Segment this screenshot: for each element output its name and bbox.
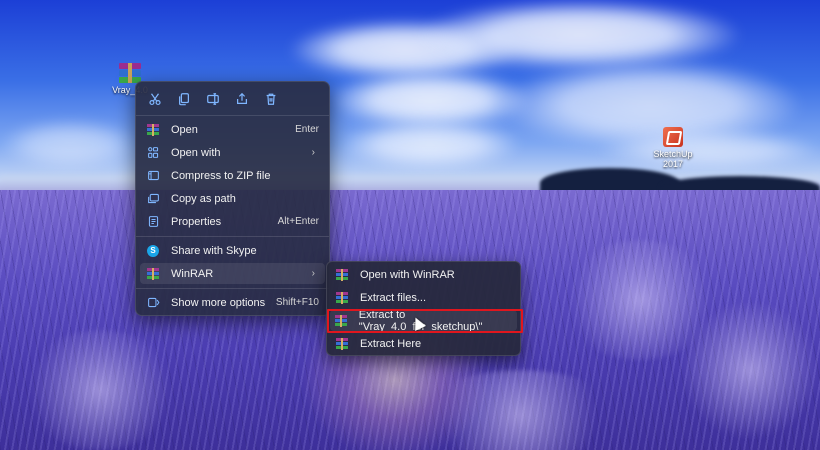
menu-item-label: Open: [171, 123, 198, 136]
menu-item-show-more-options[interactable]: Show more options Shift+F10: [140, 292, 325, 313]
submenu-item-label: Extract files...: [360, 291, 427, 304]
submenu-item-label: Open with WinRAR: [360, 268, 455, 281]
zip-icon: [147, 170, 159, 181]
menu-item-compress-zip[interactable]: Compress to ZIP file: [140, 165, 325, 186]
cut-button[interactable]: [144, 88, 166, 110]
share-icon: [237, 92, 247, 104]
copy-path-icon: [147, 193, 159, 204]
winrar-icon: [147, 123, 159, 136]
menu-item-label: Compress to ZIP file: [171, 169, 271, 182]
menu-separator: [136, 236, 329, 237]
winrar-icon: [335, 314, 348, 327]
menu-item-label: Copy as path: [171, 192, 236, 205]
winrar-icon: [336, 337, 348, 350]
submenu-item-extract-here[interactable]: Extract Here: [330, 333, 517, 354]
winrar-archive-icon: [119, 63, 141, 83]
submenu-item-label: Extract to "Vray_4.0_for_sketchup\": [358, 308, 483, 333]
menu-item-label: Show more options: [171, 296, 266, 309]
desktop-icon-sketchup[interactable]: SketchUp 2017: [643, 127, 703, 169]
properties-icon: [148, 216, 158, 227]
chevron-right-icon: ›: [311, 147, 315, 158]
delete-button[interactable]: [260, 88, 282, 110]
more-options-icon: [147, 297, 159, 308]
menu-item-open[interactable]: Open Enter: [140, 119, 325, 140]
menu-item-shortcut: Enter: [295, 124, 319, 135]
copy-icon: [179, 92, 189, 105]
scissors-icon: [149, 92, 161, 105]
copy-button[interactable]: [173, 88, 195, 110]
menu-item-shortcut: Shift+F10: [275, 297, 319, 308]
trash-icon: [266, 93, 276, 105]
menu-item-label: Open with: [171, 146, 221, 159]
rename-button[interactable]: [202, 88, 224, 110]
chevron-right-icon: ›: [311, 268, 315, 279]
context-menu-toolbar: [136, 82, 329, 116]
open-with-icon: [147, 147, 158, 158]
share-button[interactable]: [231, 88, 253, 110]
sketchup-icon: [663, 127, 683, 147]
menu-item-open-with[interactable]: Open with ›: [140, 142, 325, 163]
winrar-icon: [336, 291, 348, 304]
menu-item-label: Properties: [171, 215, 222, 228]
winrar-submenu: Open with WinRAR Extract files... Extrac…: [326, 261, 521, 356]
submenu-item-open-with-winrar[interactable]: Open with WinRAR: [330, 264, 517, 285]
menu-separator: [136, 288, 329, 289]
menu-item-copy-as-path[interactable]: Copy as path: [140, 188, 325, 209]
menu-item-properties[interactable]: Properties Alt+Enter: [140, 211, 325, 232]
menu-item-label: WinRAR: [171, 267, 214, 280]
desktop-icon-label-line2: 2017: [662, 159, 684, 169]
rename-icon: [207, 92, 219, 105]
skype-icon: S: [147, 244, 159, 257]
menu-item-label: Share with Skype: [171, 244, 257, 257]
menu-item-winrar[interactable]: WinRAR ›: [140, 263, 325, 284]
context-menu: Open Enter Open with › Compress to ZIP f…: [135, 81, 330, 316]
desktop-icon-label-line1: SketchUp: [653, 149, 693, 159]
submenu-item-label: Extract Here: [360, 337, 422, 350]
menu-item-share-skype[interactable]: S Share with Skype: [140, 240, 325, 261]
submenu-item-extract-files[interactable]: Extract files...: [330, 287, 517, 308]
menu-item-shortcut: Alt+Enter: [277, 216, 319, 227]
winrar-icon: [147, 267, 159, 280]
winrar-icon: [336, 268, 348, 281]
